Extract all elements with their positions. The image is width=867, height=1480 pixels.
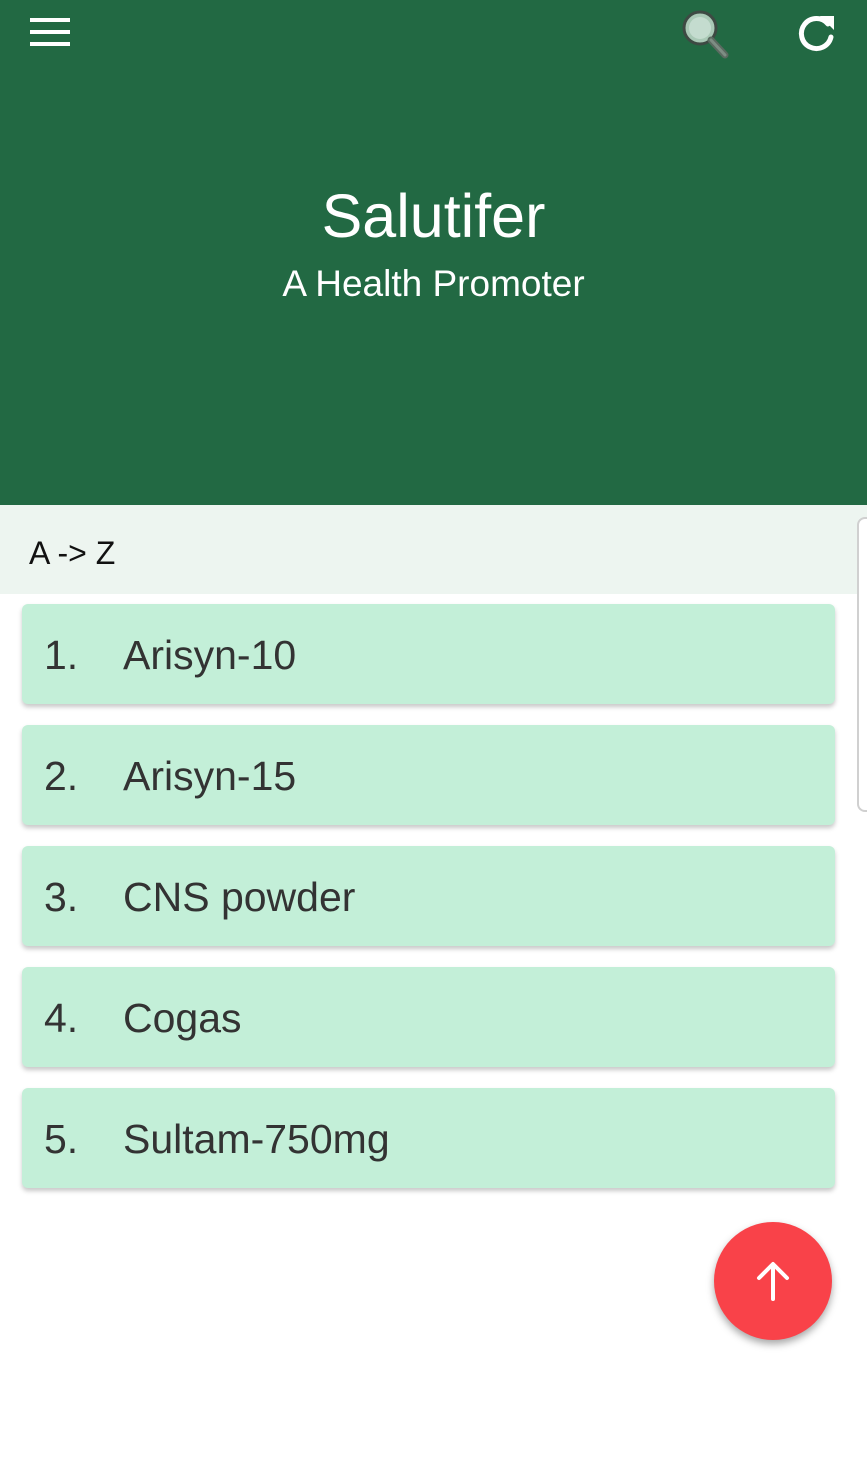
- scroll-to-top-button[interactable]: [714, 1222, 832, 1340]
- list-item[interactable]: 4. Cogas: [22, 967, 835, 1067]
- arrow-up-icon: [757, 1262, 789, 1301]
- list-item[interactable]: 3. CNS powder: [22, 846, 835, 946]
- item-name: Sultam-750mg: [123, 1116, 390, 1162]
- refresh-icon: [798, 16, 834, 51]
- item-number: 4.: [44, 995, 79, 1041]
- list-item[interactable]: 1. Arisyn-10: [22, 604, 835, 704]
- item-number: 3.: [44, 874, 79, 920]
- magnifier-icon: [682, 10, 729, 59]
- app-header: Salutifer A Health Promoter: [0, 0, 867, 505]
- item-name: CNS powder: [123, 874, 356, 920]
- sort-label: A -> Z: [29, 535, 116, 571]
- sort-bar[interactable]: A -> Z: [0, 505, 867, 594]
- list-item[interactable]: 5. Sultam-750mg: [22, 1088, 835, 1188]
- item-name: Arisyn-10: [123, 632, 297, 678]
- app-subtitle: A Health Promoter: [282, 263, 585, 304]
- app-title: Salutifer: [321, 182, 546, 250]
- item-name: Arisyn-15: [123, 753, 297, 799]
- menu-button[interactable]: [22, 10, 78, 54]
- search-button[interactable]: [676, 6, 734, 62]
- medicine-list: 1. Arisyn-10 2. Arisyn-15 3. CNS powder …: [22, 604, 835, 1209]
- scrollbar-edge[interactable]: [857, 517, 867, 812]
- refresh-button[interactable]: [790, 8, 842, 60]
- item-name: Cogas: [123, 995, 242, 1041]
- hamburger-menu-icon: [30, 18, 70, 46]
- item-number: 1.: [44, 632, 79, 678]
- item-number: 5.: [44, 1116, 79, 1162]
- list-item[interactable]: 2. Arisyn-15: [22, 725, 835, 825]
- item-number: 2.: [44, 753, 79, 799]
